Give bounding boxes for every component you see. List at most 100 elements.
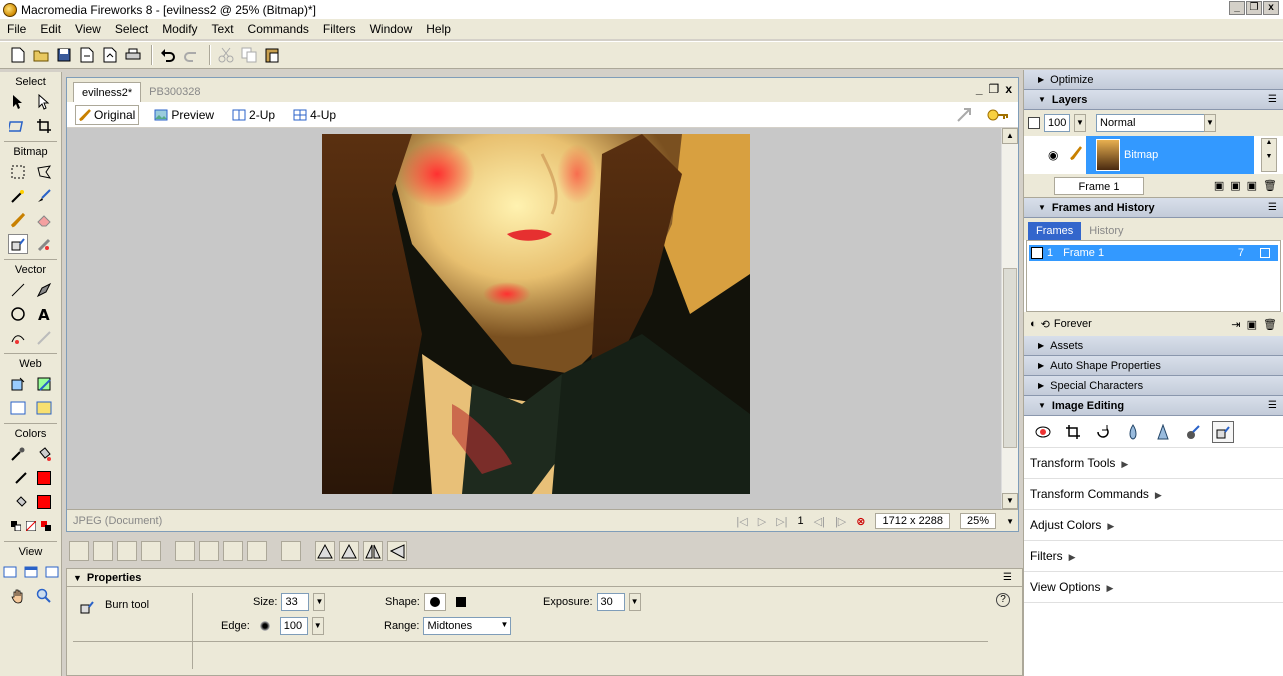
filters-link[interactable]: Filters ▶ xyxy=(1024,541,1283,572)
ungroup-icon[interactable] xyxy=(93,541,113,561)
menu-window[interactable]: Window xyxy=(363,22,420,36)
doc-minimize-button[interactable]: _ xyxy=(976,82,983,96)
layers-panel-header[interactable]: ▼ Layers ☰ xyxy=(1024,90,1283,110)
panel-menu-icon[interactable]: ☰ xyxy=(1003,572,1012,583)
join-icon[interactable] xyxy=(117,541,137,561)
shape-square-button[interactable] xyxy=(450,593,472,611)
slice-tool-icon[interactable] xyxy=(34,374,54,394)
layer-opacity-input[interactable]: 100 xyxy=(1044,114,1070,132)
fill-color-icon[interactable] xyxy=(11,492,31,512)
view-options-link[interactable]: View Options ▶ xyxy=(1024,572,1283,603)
close-button[interactable]: x xyxy=(1263,1,1279,15)
crop-tool-icon[interactable] xyxy=(1062,421,1084,443)
rotate-tool-icon[interactable] xyxy=(1092,421,1114,443)
scale-tool-icon[interactable] xyxy=(8,116,28,136)
hand-tool-icon[interactable] xyxy=(8,586,28,606)
new-sublayer-icon[interactable]: ▣ xyxy=(1230,179,1240,192)
prev-frame-icon[interactable]: ◁| xyxy=(814,515,825,528)
lasso-tool-icon[interactable] xyxy=(34,162,54,182)
key-icon[interactable] xyxy=(986,107,1010,123)
shape-round-button[interactable] xyxy=(423,593,446,611)
new-layer-icon[interactable]: ▣ xyxy=(1247,179,1257,192)
red-eye-tool-icon[interactable] xyxy=(1032,421,1054,443)
image-editing-panel-header[interactable]: ▼ Image Editing ☰ xyxy=(1024,396,1283,416)
menu-modify[interactable]: Modify xyxy=(155,22,204,36)
full-screen-mode-icon[interactable] xyxy=(42,562,61,582)
layers-frame-indicator[interactable]: Frame 1 xyxy=(1054,176,1144,195)
redo-icon[interactable] xyxy=(181,45,201,65)
panel-menu-icon[interactable]: ☰ xyxy=(1268,202,1277,213)
minimize-button[interactable]: _ xyxy=(1229,1,1245,15)
no-color-icon[interactable] xyxy=(25,516,37,536)
flip-vertical-icon[interactable] xyxy=(387,541,407,561)
doc-close-button[interactable]: x xyxy=(1005,82,1012,96)
fill-color-swatch[interactable] xyxy=(36,495,51,509)
blend-mode-select[interactable]: Normal xyxy=(1096,114,1216,132)
eraser-tool-icon[interactable] xyxy=(34,210,54,230)
rubber-stamp-tool-icon[interactable] xyxy=(34,234,54,254)
layer-row-bitmap[interactable]: ◉ Bitmap ▲ ▼ xyxy=(1024,136,1283,174)
frame-export-icon[interactable] xyxy=(1260,248,1270,258)
stroke-color-icon[interactable] xyxy=(11,468,31,488)
doc-tab-evilness2[interactable]: evilness2* xyxy=(73,82,142,102)
zoom-level[interactable]: 25% xyxy=(960,513,997,529)
dodge-tool-icon[interactable] xyxy=(1182,421,1204,443)
hotspot-tool-icon[interactable] xyxy=(8,374,28,394)
line-tool-icon[interactable] xyxy=(8,280,28,300)
export-icon[interactable] xyxy=(100,45,120,65)
full-screen-menus-icon[interactable] xyxy=(21,562,40,582)
new-bitmap-icon[interactable]: ▣ xyxy=(1214,179,1224,192)
subselection-tool-icon[interactable] xyxy=(34,92,54,112)
show-slices-icon[interactable] xyxy=(34,398,54,418)
transform-tools-link[interactable]: Transform Tools ▶ xyxy=(1024,448,1283,479)
tab-history[interactable]: History xyxy=(1081,222,1131,240)
exposure-input[interactable]: 30 xyxy=(596,593,625,611)
tab-frames[interactable]: Frames xyxy=(1028,222,1082,240)
view-preview-button[interactable]: Preview xyxy=(151,106,217,124)
menu-select[interactable]: Select xyxy=(108,22,155,36)
view-original-button[interactable]: Original xyxy=(75,104,140,125)
pointer-tool-icon[interactable] xyxy=(8,92,28,112)
menu-edit[interactable]: Edit xyxy=(33,22,68,36)
loop-icon[interactable]: ⟲ xyxy=(1041,318,1050,331)
pencil-tool-icon[interactable] xyxy=(8,210,28,230)
pen-tool-icon[interactable] xyxy=(34,280,54,300)
flip-horizontal-icon[interactable] xyxy=(363,541,383,561)
help-icon[interactable]: ? xyxy=(996,593,1010,607)
menu-filters[interactable]: Filters xyxy=(316,22,363,36)
panel-menu-icon[interactable]: ☰ xyxy=(1268,400,1277,411)
layers-scrollbar[interactable]: ▲ ▼ xyxy=(1261,138,1277,172)
cut-icon[interactable] xyxy=(216,45,236,65)
stroke-color-swatch[interactable] xyxy=(36,471,51,485)
transform-commands-link[interactable]: Transform Commands ▶ xyxy=(1024,479,1283,510)
ellipse-tool-icon[interactable] xyxy=(8,304,28,324)
open-folder-icon[interactable] xyxy=(31,45,51,65)
split-icon[interactable] xyxy=(141,541,161,561)
eyedropper-tool-icon[interactable] xyxy=(8,444,28,464)
adjust-colors-link[interactable]: Adjust Colors ▶ xyxy=(1024,510,1283,541)
new-frame-icon[interactable]: ▣ xyxy=(1247,318,1257,331)
blend-mode-dropdown-arrow-icon[interactable]: ▼ xyxy=(1204,114,1216,132)
bitmap-image[interactable] xyxy=(322,134,750,494)
sharpen-tool-icon[interactable] xyxy=(1152,421,1174,443)
frame-delay[interactable]: 7 xyxy=(1238,247,1244,259)
exposure-slider-arrow-icon[interactable]: ▼ xyxy=(628,593,641,611)
doc-tab-pb300328[interactable]: PB300328 xyxy=(141,82,208,102)
print-icon[interactable] xyxy=(123,45,143,65)
assets-panel-header[interactable]: ▶ Assets xyxy=(1024,336,1283,356)
default-colors-icon[interactable] xyxy=(10,516,22,536)
align-icon[interactable] xyxy=(281,541,301,561)
onion-skin-icon[interactable]: ◐ xyxy=(1030,318,1037,330)
save-icon[interactable] xyxy=(54,45,74,65)
delete-layer-icon[interactable]: 🗑 xyxy=(1263,179,1277,192)
opacity-slider-arrow-icon[interactable]: ▼ xyxy=(1074,114,1086,132)
frame-visibility-icon[interactable] xyxy=(1031,247,1043,259)
freeform-tool-icon[interactable] xyxy=(8,328,28,348)
bring-forward-icon[interactable] xyxy=(199,541,219,561)
properties-header[interactable]: ▼ Properties ☰ xyxy=(67,569,1022,587)
optimize-panel-header[interactable]: ▶ Optimize xyxy=(1024,70,1283,90)
import-icon[interactable] xyxy=(77,45,97,65)
hide-slices-icon[interactable] xyxy=(8,398,28,418)
swap-colors-icon[interactable] xyxy=(40,516,52,536)
copy-icon[interactable] xyxy=(239,45,259,65)
